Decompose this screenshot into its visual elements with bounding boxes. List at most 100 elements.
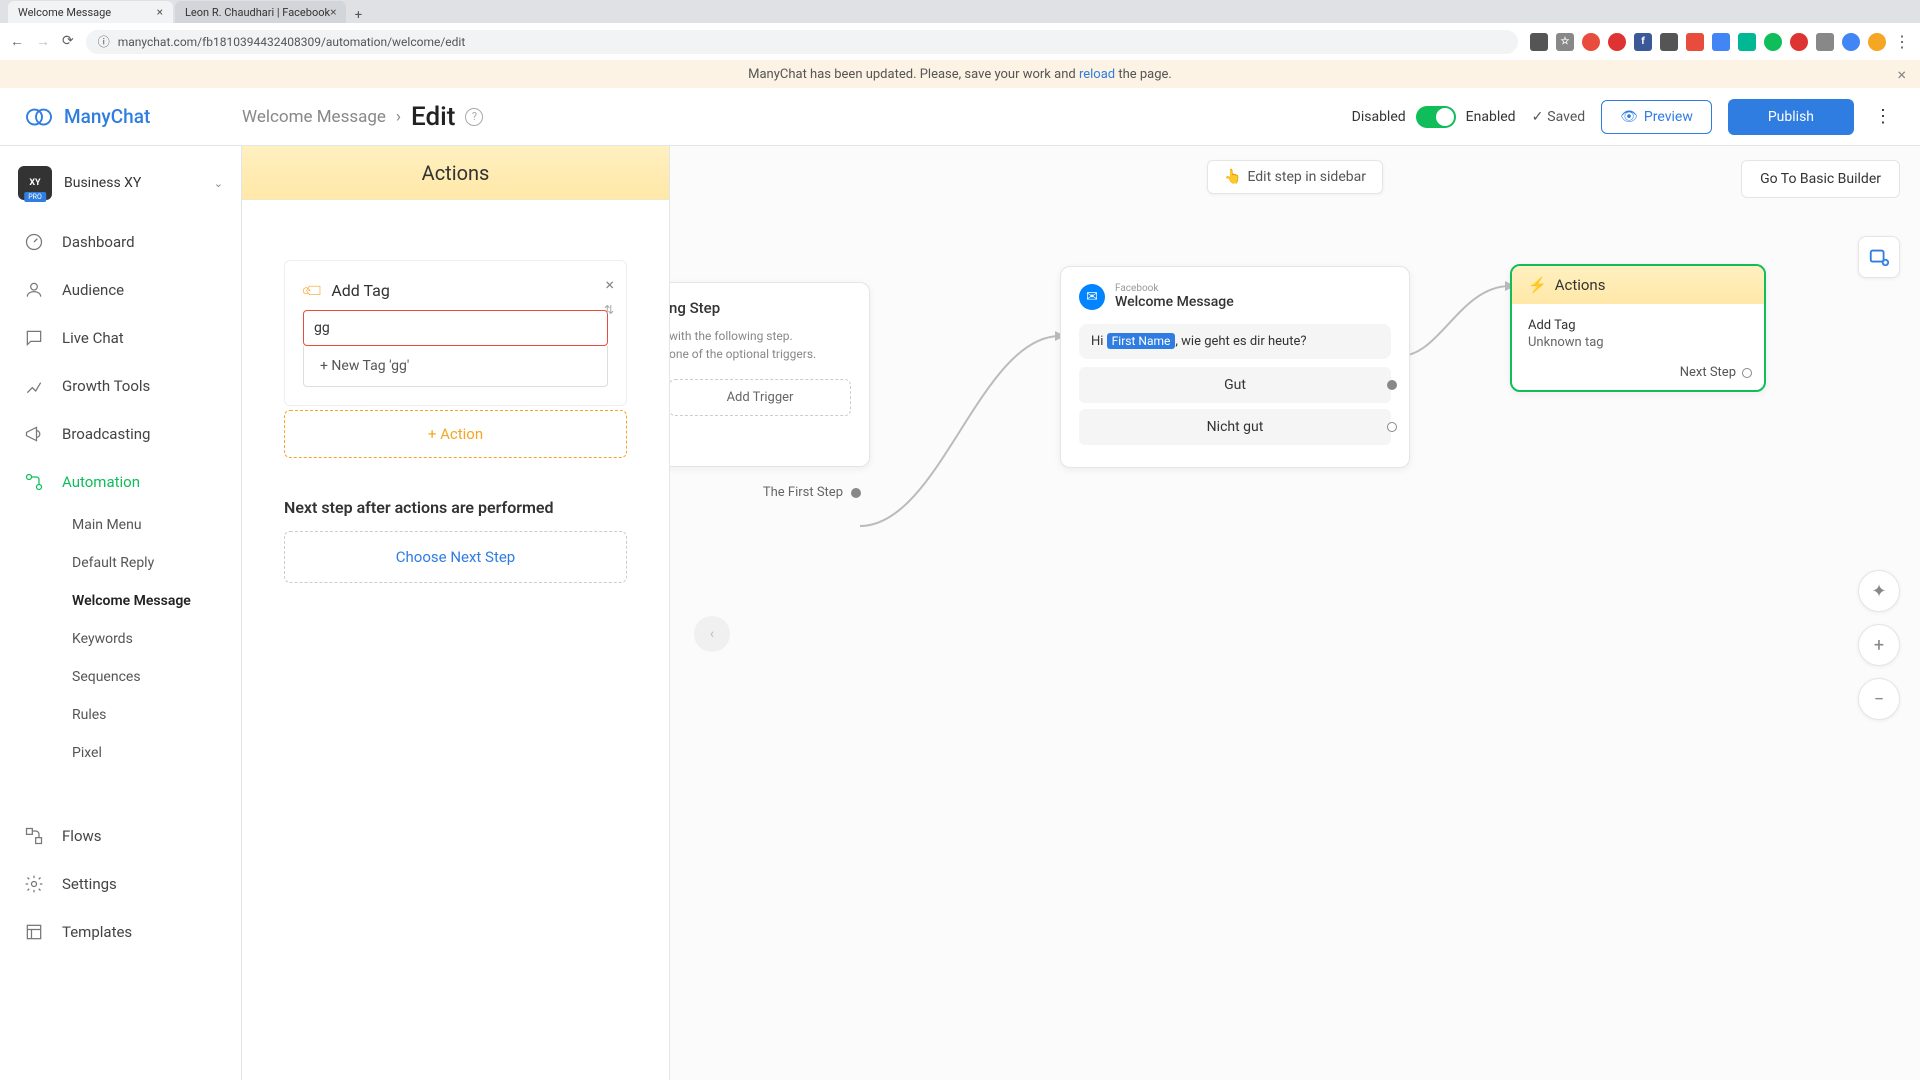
workspace-selector[interactable]: XY PRO Business XY ⌄ [0, 156, 241, 218]
new-tag-option[interactable]: + New Tag 'gg' [303, 346, 608, 387]
node-description: with the following step.one of the optio… [670, 327, 851, 363]
drag-handle-icon[interactable]: ⇅ [604, 303, 614, 317]
sidebar-sub-welcome[interactable]: Welcome Message [0, 582, 241, 620]
sidebar-sub-keywords[interactable]: Keywords [0, 620, 241, 658]
reload-link[interactable]: reload [1079, 67, 1115, 82]
choose-next-step-button[interactable]: Choose Next Step [284, 531, 627, 583]
ext-icon[interactable] [1712, 33, 1730, 51]
sidebar-sub-defaultreply[interactable]: Default Reply [0, 544, 241, 582]
breadcrumb-parent[interactable]: Welcome Message [242, 107, 386, 127]
go-basic-builder-button[interactable]: Go To Basic Builder [1741, 160, 1900, 198]
close-icon[interactable]: × [1897, 65, 1906, 84]
back-icon[interactable]: ← [10, 33, 24, 50]
breadcrumb: Welcome Message › Edit ? [242, 102, 483, 132]
sidebar-item-dashboard[interactable]: Dashboard [0, 218, 241, 266]
more-menu-button[interactable]: ⋮ [1870, 106, 1896, 127]
nav-label: Audience [62, 281, 124, 299]
flow-canvas[interactable]: 👆 Edit step in sidebar Go To Basic Build… [670, 146, 1920, 1080]
next-step-label: Next Step [1680, 365, 1736, 380]
platform-label: Facebook [1115, 283, 1234, 294]
ext-icon[interactable] [1790, 33, 1808, 51]
ext-icon[interactable] [1686, 33, 1704, 51]
back-button[interactable]: ‹ [694, 616, 730, 652]
close-icon[interactable]: × [330, 5, 336, 19]
ext-icon[interactable] [1608, 33, 1626, 51]
enabled-toggle-group: Disabled Enabled [1352, 106, 1516, 128]
welcome-message-node[interactable]: ✉ Facebook Welcome Message Hi First Name… [1060, 266, 1410, 468]
quick-reply-gut[interactable]: Gut [1079, 367, 1391, 403]
enabled-label: Enabled [1466, 109, 1516, 125]
nav-label: Settings [62, 875, 117, 893]
canvas-tools [1858, 236, 1900, 278]
actions-node-body: Add Tag Unknown tag Next Step [1512, 304, 1764, 390]
message-bubble[interactable]: Hi First Name, wie geht es dir heute? [1079, 324, 1391, 359]
new-tab-button[interactable]: + [348, 8, 368, 23]
ext-icon[interactable]: ☆ [1556, 33, 1574, 51]
nav-label: Broadcasting [62, 425, 150, 443]
browser-tab-2[interactable]: Leon R. Chaudhari | Facebook× [175, 1, 346, 23]
starting-step-node[interactable]: ng Step with the following step.one of t… [670, 282, 870, 467]
first-step-label: The First Step [763, 485, 843, 500]
sidebar-item-flows[interactable]: Flows [0, 812, 241, 860]
sidebar-sub-pixel[interactable]: Pixel [0, 734, 241, 772]
sidebar-item-livechat[interactable]: Live Chat [0, 314, 241, 362]
enabled-toggle[interactable] [1416, 106, 1456, 128]
first-name-variable[interactable]: First Name [1107, 333, 1176, 349]
close-icon[interactable]: × [157, 5, 163, 19]
update-banner: ManyChat has been updated. Please, save … [0, 60, 1920, 88]
ext-icon[interactable] [1582, 33, 1600, 51]
check-icon: ✓ [1532, 109, 1544, 125]
actions-panel: Actions × ⇅ 🏷 Add Tag + New Tag 'gg' + A… [242, 146, 670, 1080]
ext-icon[interactable] [1530, 33, 1548, 51]
tag-input[interactable] [303, 310, 608, 346]
help-icon[interactable]: ? [465, 108, 483, 126]
add-trigger-button[interactable]: Add Trigger [670, 379, 851, 416]
sidebar-item-growth[interactable]: Growth Tools [0, 362, 241, 410]
browser-tab-1[interactable]: Welcome Message× [8, 1, 173, 23]
add-action-button[interactable]: + Action [284, 410, 627, 458]
workspace-name: Business XY [64, 175, 202, 191]
actions-node[interactable]: ⚡ Actions Add Tag Unknown tag Next Step [1510, 264, 1766, 392]
connection-dot-icon[interactable] [1742, 368, 1752, 378]
add-node-button[interactable] [1858, 236, 1900, 278]
connection-dot-icon[interactable] [1387, 422, 1397, 432]
sidebar-item-audience[interactable]: Audience [0, 266, 241, 314]
sidebar-sub-rules[interactable]: Rules [0, 696, 241, 734]
sidebar-item-settings[interactable]: Settings [0, 860, 241, 908]
connection-dot-icon[interactable] [851, 488, 861, 498]
ext-icon[interactable] [1816, 33, 1834, 51]
breadcrumb-current: Edit [411, 102, 455, 132]
url-input[interactable]: ⓘ manychat.com/fb181039443240830​9/autom… [86, 30, 1518, 54]
ext-icon[interactable] [1738, 33, 1756, 51]
menu-icon[interactable]: ⋮ [1894, 32, 1910, 51]
preview-button[interactable]: 👁 Preview [1601, 100, 1712, 134]
logo[interactable]: ManyChat [24, 102, 242, 132]
zoom-in-button[interactable]: + [1858, 624, 1900, 666]
ext-icon[interactable] [1660, 33, 1678, 51]
publish-button[interactable]: Publish [1728, 99, 1854, 135]
ext-icon[interactable]: f [1634, 33, 1652, 51]
sidebar-item-templates[interactable]: Templates [0, 908, 241, 956]
sidebar-item-broadcasting[interactable]: Broadcasting [0, 410, 241, 458]
connection-dot-icon[interactable] [1387, 380, 1397, 390]
logo-text: ManyChat [64, 105, 150, 128]
zoom-out-button[interactable]: − [1858, 678, 1900, 720]
header-actions: Disabled Enabled ✓ Saved 👁 Preview Publi… [1352, 99, 1896, 135]
quick-reply-nichtgut[interactable]: Nicht gut [1079, 409, 1391, 445]
action-detail: Unknown tag [1528, 335, 1748, 350]
profile-avatar[interactable] [1868, 33, 1886, 51]
ext-icon[interactable] [1842, 33, 1860, 51]
gear-icon [24, 874, 44, 894]
ext-icon[interactable] [1764, 33, 1782, 51]
next-step-heading: Next step after actions are performed [284, 498, 627, 517]
sidebar-item-automation[interactable]: Automation [0, 458, 241, 506]
reload-icon[interactable]: ⟳ [62, 33, 74, 50]
first-step-output[interactable]: The First Step [763, 485, 861, 500]
edit-in-sidebar-button[interactable]: 👆 Edit step in sidebar [1207, 160, 1383, 194]
forward-icon[interactable]: → [36, 33, 50, 50]
sidebar-sub-mainmenu[interactable]: Main Menu [0, 506, 241, 544]
next-step-output[interactable]: Next Step [1680, 365, 1752, 380]
close-icon[interactable]: × [605, 275, 614, 294]
magic-button[interactable]: ✦ [1858, 570, 1900, 612]
sidebar-sub-sequences[interactable]: Sequences [0, 658, 241, 696]
